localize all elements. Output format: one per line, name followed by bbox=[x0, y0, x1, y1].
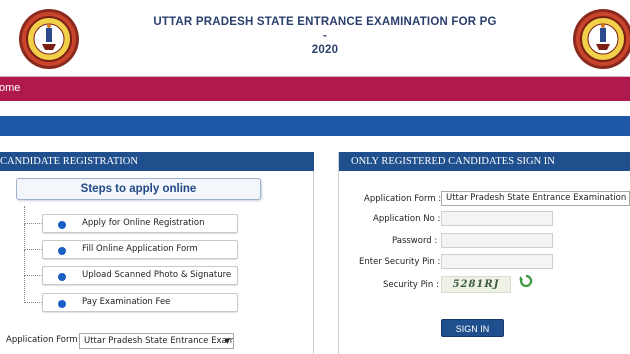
signin-application-form-value: Uttar Pradesh State Entrance Examination… bbox=[446, 193, 630, 203]
secondary-nav-bar bbox=[0, 116, 630, 136]
enter-security-pin-label: Enter Security Pin : bbox=[359, 257, 441, 267]
step-upload-photo[interactable]: Upload Scanned Photo & Signature bbox=[42, 266, 238, 285]
security-pin-input[interactable] bbox=[441, 254, 553, 269]
step-apply-registration[interactable]: Apply for Online Registration bbox=[42, 214, 238, 233]
application-no-input[interactable] bbox=[441, 211, 553, 226]
university-seal-icon bbox=[572, 8, 630, 70]
bullet-icon bbox=[58, 221, 66, 229]
refresh-icon[interactable] bbox=[519, 274, 533, 288]
signin-application-form-label: Application Form : bbox=[364, 194, 442, 204]
bullet-icon bbox=[58, 300, 66, 308]
step-fill-application[interactable]: Fill Online Application Form bbox=[42, 240, 238, 259]
captcha-image: 5281RJ bbox=[441, 276, 511, 293]
chevron-down-icon: ▼ bbox=[224, 337, 230, 345]
application-form-label: Application Form : bbox=[6, 335, 84, 345]
bullet-icon bbox=[58, 273, 66, 281]
step-label: Pay Examination Fee bbox=[82, 297, 171, 307]
password-input[interactable] bbox=[441, 233, 553, 248]
step-connector bbox=[24, 206, 42, 224]
step-label: Upload Scanned Photo & Signature bbox=[82, 270, 232, 280]
step-pay-fee[interactable]: Pay Examination Fee bbox=[42, 293, 238, 312]
application-form-value: Uttar Pradesh State Entrance Exami bbox=[84, 336, 234, 346]
nav-home-link[interactable]: ome bbox=[0, 82, 20, 94]
step-label: Fill Online Application Form bbox=[82, 244, 198, 254]
page-title: UTTAR PRADESH STATE ENTRANCE EXAMINATION… bbox=[150, 15, 500, 57]
step-connector bbox=[24, 224, 42, 250]
signin-application-form-select[interactable]: Uttar Pradesh State Entrance Examination… bbox=[441, 191, 630, 206]
bullet-icon bbox=[58, 247, 66, 255]
page-title-line2: 2020 bbox=[311, 44, 339, 56]
application-form-select[interactable]: Uttar Pradesh State Entrance Exami ▼ bbox=[79, 333, 234, 349]
application-no-label: Application No : bbox=[373, 214, 441, 224]
page-title-line1: UTTAR PRADESH STATE ENTRANCE EXAMINATION… bbox=[153, 16, 497, 42]
sign-in-button[interactable]: SIGN IN bbox=[441, 319, 504, 337]
main-nav-bar: ome bbox=[0, 76, 630, 101]
site-header: UTTAR PRADESH STATE ENTRANCE EXAMINATION… bbox=[0, 0, 630, 76]
step-connector bbox=[24, 276, 42, 303]
registration-heading: CANDIDATE REGISTRATION bbox=[0, 152, 314, 171]
step-connector bbox=[24, 250, 42, 276]
security-pin-label: Security Pin : bbox=[383, 280, 439, 290]
signin-heading: ONLY REGISTERED CANDIDATES SIGN IN bbox=[339, 152, 630, 171]
step-label: Apply for Online Registration bbox=[82, 218, 205, 228]
password-label: Password : bbox=[392, 236, 438, 246]
steps-title: Steps to apply online bbox=[16, 178, 261, 200]
university-seal-icon bbox=[18, 8, 80, 70]
